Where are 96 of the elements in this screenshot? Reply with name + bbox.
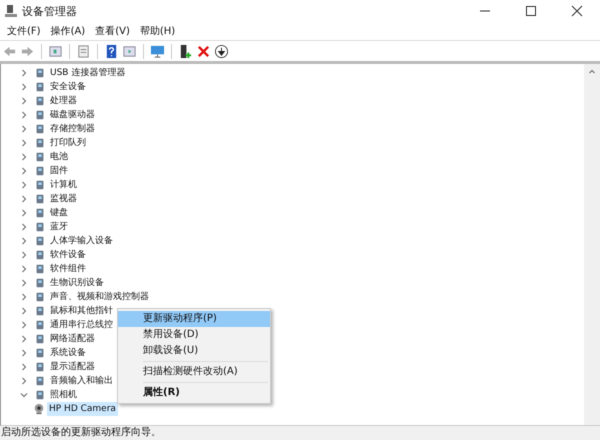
device-icon [34,291,46,303]
device-icon [34,109,46,121]
expander-icon[interactable] [20,335,28,343]
tree-item[interactable]: 软件设备 [48,248,88,262]
tree-item[interactable]: 人体学输入设备 [48,234,115,248]
expander-icon[interactable] [20,307,28,315]
device-icon [34,235,46,247]
device-icon [34,263,46,275]
device-icon [34,165,46,177]
tree-item[interactable]: 软件组件 [48,262,88,276]
tree-item[interactable]: 处理器 [48,94,79,108]
tree-item[interactable]: 显示适配器 [48,360,97,374]
menu-item[interactable]: 文件(F) [2,24,46,38]
menu-item[interactable]: 禁用设备(D) [118,327,270,343]
device-icon [34,333,46,345]
tree-item[interactable]: 网络适配器 [48,332,97,346]
tree-item[interactable]: 照相机 [48,388,79,402]
expander-icon[interactable] [20,195,28,203]
device-icon [34,221,46,233]
tree-item[interactable]: 计算机 [48,178,79,192]
expander-icon[interactable] [20,377,28,385]
expander-icon[interactable] [20,279,28,287]
menu-item[interactable]: 扫描检测硬件改动(A) [118,364,270,380]
expander-icon[interactable] [20,125,28,133]
expander-icon[interactable] [20,97,28,105]
device-icon [34,347,46,359]
device-icon [34,305,46,317]
scroll-up-icon[interactable] [588,68,596,76]
device-icon [34,123,46,135]
expander-icon[interactable] [20,181,28,189]
tree-item[interactable]: 通用串行总线控 [48,318,115,332]
tree-item[interactable]: 监视器 [48,192,79,206]
expander-icon[interactable] [20,153,28,161]
delete-icon[interactable] [196,44,211,58]
expander-icon[interactable] [20,349,28,357]
device-icon [34,67,46,79]
tree-item[interactable]: USB 连接器管理器 [48,66,128,80]
expander-icon[interactable] [20,237,28,245]
camera-icon [33,403,45,415]
device-icon [34,95,46,107]
tree-item[interactable]: 电池 [48,150,70,164]
tree-item[interactable]: 系统设备 [48,346,88,360]
expander-icon[interactable] [20,251,28,259]
menu-item[interactable]: 操作(A) [46,24,90,38]
tree-item[interactable]: 磁盘驱动器 [48,108,97,122]
properties-icon[interactable] [76,44,91,58]
device-add-icon[interactable] [178,44,193,58]
tree-item[interactable]: 鼠标和其他指针 [48,304,115,318]
device-icon [34,179,46,191]
expander-icon[interactable] [20,167,28,175]
status-bar: 启动所选设备的更新驱动程序向导。 [0,426,600,440]
tree-item[interactable]: 蓝牙 [48,220,70,234]
device-icon [34,249,46,261]
expander-icon[interactable] [20,83,28,91]
scrollbar[interactable] [584,64,600,425]
expander-icon[interactable] [20,265,28,273]
menu-item[interactable]: 查看(V) [90,24,135,38]
menu-item[interactable]: 卸载设备(U) [118,343,270,359]
menu-item[interactable]: 属性(R) [118,385,270,401]
tree-item[interactable]: 存储控制器 [48,122,97,136]
menu-item[interactable]: 帮助(H) [134,24,180,38]
tree-item[interactable]: 声音、视频和游戏控制器 [48,290,151,304]
device-icon [34,277,46,289]
device-icon [34,193,46,205]
expander-icon[interactable] [20,223,28,231]
tree-item[interactable]: 键盘 [48,206,70,220]
panel-icon[interactable] [48,44,63,58]
tree-item[interactable]: 安全设备 [48,80,88,94]
download-icon[interactable] [214,44,229,58]
device-icon [34,375,46,387]
expander-icon[interactable] [20,209,28,217]
expander-icon[interactable] [20,293,28,301]
menu-item[interactable]: 更新驱动程序(P) [118,311,270,327]
tree-item[interactable]: HP HD Camera [47,402,118,416]
expander-icon[interactable] [20,111,28,119]
device-icon [34,207,46,219]
tree-item[interactable]: 打印队列 [48,136,88,150]
help-icon[interactable] [104,44,119,58]
tree-item[interactable]: 固件 [48,164,70,178]
device-icon [34,81,46,93]
device-icon [34,389,46,401]
computer-icon [4,4,18,18]
device-icon [34,151,46,163]
expander-icon[interactable] [20,391,28,399]
device-icon [34,361,46,373]
tree-item[interactable]: 音频输入和输出 [48,374,115,388]
device-icon [34,137,46,149]
panel-icon[interactable] [122,44,137,58]
expander-icon[interactable] [20,363,28,371]
monitor-icon[interactable] [150,44,165,58]
expander-icon[interactable] [20,139,28,147]
expander-icon[interactable] [20,321,28,329]
expander-icon[interactable] [20,69,28,77]
tree-item[interactable]: 生物识别设备 [48,276,106,290]
device-icon [34,319,46,331]
window-title: 设备管理器 [22,4,77,18]
